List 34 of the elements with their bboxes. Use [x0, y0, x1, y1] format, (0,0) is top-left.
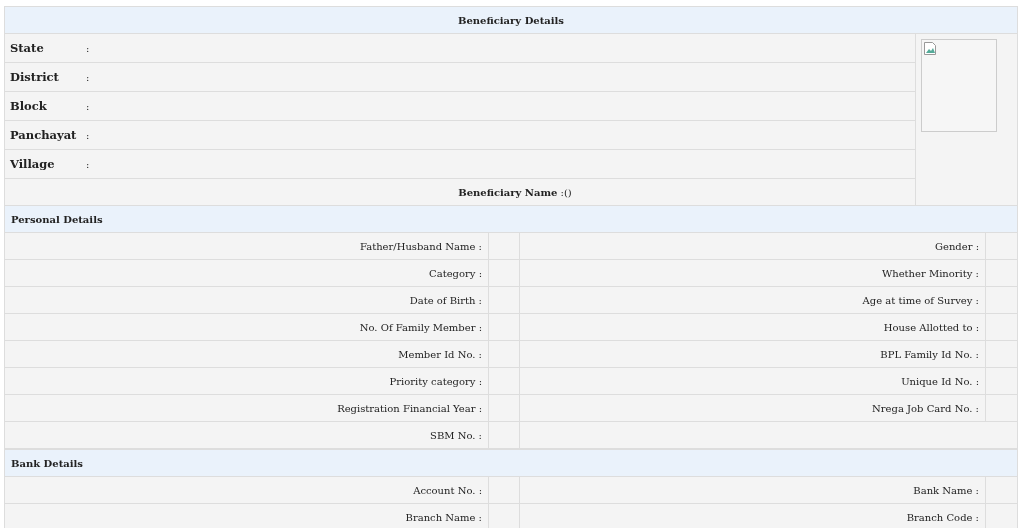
field-label: Whether Minority : — [520, 260, 986, 286]
field-label: Nrega Job Card No. : — [520, 395, 986, 421]
field-label: Panchayat — [10, 128, 78, 142]
section-title: Bank Details — [5, 449, 1017, 477]
field-label: Branch Code : — [520, 504, 986, 528]
field-label: Block — [10, 99, 48, 113]
separator: : — [86, 158, 90, 170]
section-title: Personal Details — [5, 205, 1017, 233]
field-label: Account No. : — [5, 477, 489, 503]
separator: : — [86, 129, 90, 141]
field-label: Gender : — [520, 233, 986, 259]
field-label: Father/Husband Name : — [5, 233, 489, 259]
field-label: House Allotted to : — [520, 314, 986, 340]
field-label: SBM No. : — [5, 422, 489, 448]
field-label: Village — [10, 157, 56, 171]
field-label: Date of Birth : — [5, 287, 489, 313]
field-label: District — [10, 70, 60, 84]
separator: : — [86, 100, 90, 112]
panel-title: Beneficiary Details — [5, 7, 1017, 34]
field-label: Bank Name : — [520, 477, 986, 503]
field-label: Age at time of Survey : — [520, 287, 986, 313]
field-label: BPL Family Id No. : — [520, 341, 986, 367]
field-label: Category : — [5, 260, 489, 286]
field-label: Registration Financial Year : — [5, 395, 489, 421]
field-label: State — [10, 41, 45, 55]
broken-image-icon — [924, 42, 936, 55]
separator: : — [86, 71, 90, 83]
field-label: Priority category : — [5, 368, 489, 394]
field-label: Unique Id No. : — [520, 368, 986, 394]
field-label: Member Id No. : — [5, 341, 489, 367]
beneficiary-name: Beneficiary Name :() — [458, 186, 572, 198]
separator: : — [86, 42, 90, 54]
field-label: No. Of Family Member : — [5, 314, 489, 340]
field-label: Branch Name : — [5, 504, 489, 528]
